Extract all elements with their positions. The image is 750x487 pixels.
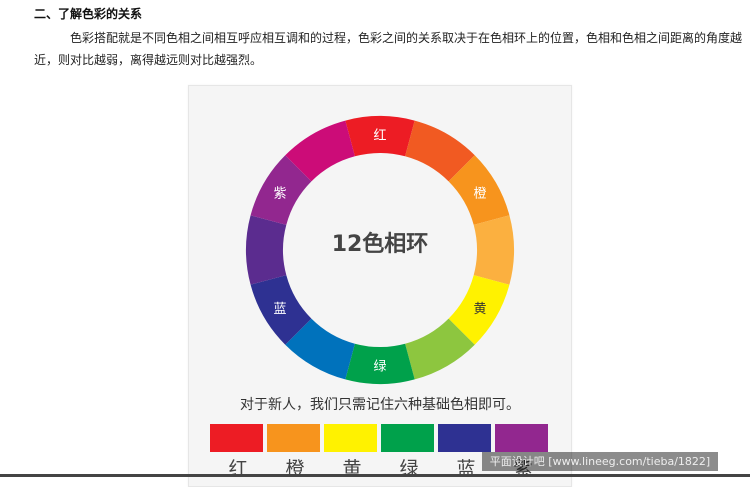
swatch-purple xyxy=(495,424,548,452)
wheel-label-11: 紫 xyxy=(273,186,286,201)
article-paragraph: 色彩搭配就是不同色相之间相互呼应相互调和的过程，色彩之间的关系取决于在色相环上的… xyxy=(34,31,743,67)
wheel-label-1: 红 xyxy=(373,128,386,144)
swatch-green xyxy=(381,424,434,452)
wheel-label-9: 蓝 xyxy=(273,302,286,317)
watermark: 平面设计吧 [www.lineeg.com/tieba/1822] xyxy=(482,452,718,471)
swatch-orange xyxy=(267,424,320,452)
wheel-label-5: 黄 xyxy=(474,302,487,317)
wheel-label-7: 绿 xyxy=(373,360,386,375)
figure-caption: 对于新人，我们只需记住六种基础色相即可。 xyxy=(240,397,520,413)
wheel-title: 12色相环 xyxy=(331,232,429,257)
swatch-red xyxy=(210,424,263,452)
swatch-yellow xyxy=(324,424,377,452)
section-heading: 二、了解色彩的关系 xyxy=(34,7,143,21)
wheel-segment-4 xyxy=(473,215,514,285)
swatch-blue xyxy=(438,424,491,452)
wheel-label-3: 橙 xyxy=(474,186,487,201)
wheel-segment-10 xyxy=(246,215,287,285)
